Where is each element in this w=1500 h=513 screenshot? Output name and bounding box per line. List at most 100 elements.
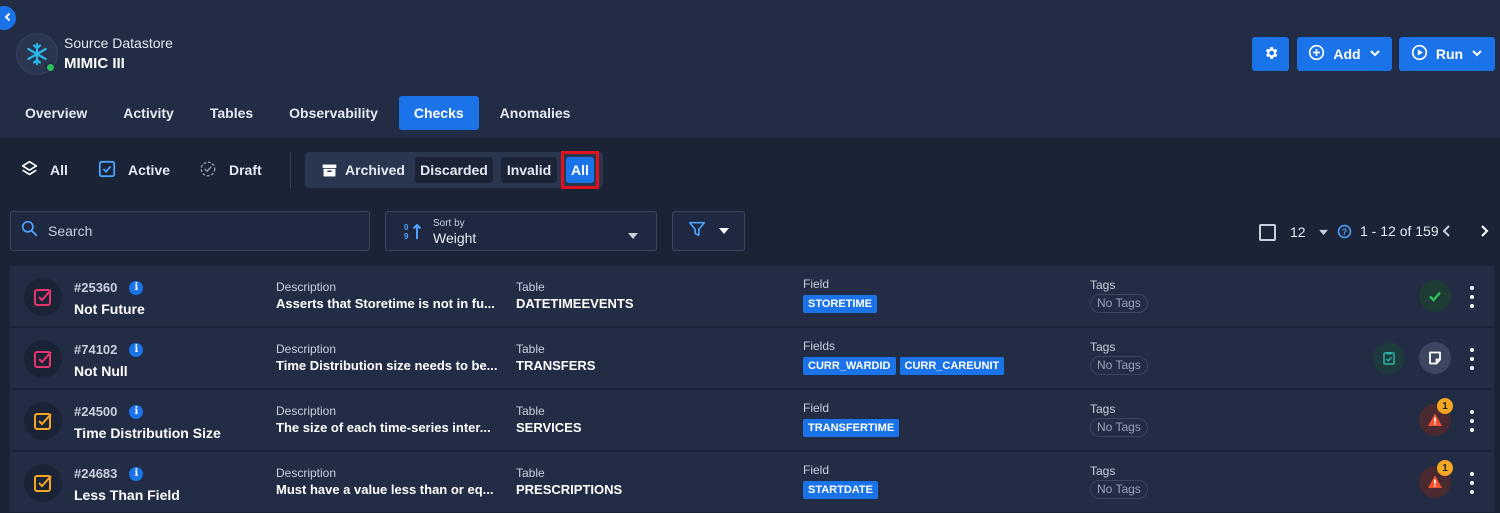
check-name: Less Than Field	[74, 487, 180, 503]
divider	[290, 152, 291, 188]
filter-discarded[interactable]: Discarded	[415, 157, 493, 183]
tags-value: No Tags	[1090, 418, 1148, 437]
prev-page-button[interactable]	[1440, 224, 1454, 243]
check-name: Not Future	[74, 301, 145, 317]
pagination: 12 ? 1 - 12 of 159	[1250, 211, 1500, 251]
description-label: Description	[276, 342, 337, 356]
anomaly-count-badge: 1	[1437, 398, 1453, 414]
filter-active-label: Active	[128, 162, 171, 178]
filter-button[interactable]	[672, 211, 745, 251]
check-type-icon	[24, 464, 62, 502]
check-id: #25360 i	[74, 280, 144, 295]
chevron-down-icon	[1369, 46, 1381, 62]
field-chip: CURR_WARDID	[803, 357, 896, 375]
help-icon[interactable]: ?	[1337, 224, 1352, 244]
search-icon	[21, 220, 38, 242]
settings-button[interactable]	[1252, 37, 1289, 71]
datastore-header: Source Datastore MIMIC III Add Run Overv…	[0, 0, 1500, 138]
check-row[interactable]: #74102 i Not Null Description Time Distri…	[10, 328, 1494, 389]
tab-observability[interactable]: Observability	[274, 96, 393, 130]
field-chips: STORETIME	[803, 294, 881, 313]
plus-circle-icon	[1308, 44, 1325, 64]
search-box	[10, 211, 370, 251]
info-icon[interactable]: i	[129, 280, 144, 295]
draft-circle-icon	[199, 160, 217, 181]
info-icon[interactable]: i	[129, 404, 144, 419]
tags-label: Tags	[1090, 464, 1116, 478]
description-label: Description	[276, 280, 337, 294]
field-chips: STARTDATE	[803, 480, 882, 499]
check-name: Time Distribution Size	[74, 425, 221, 441]
description-value: The size of each time-series inter...	[276, 420, 491, 435]
svg-text:0: 0	[404, 223, 409, 232]
table-label: Table	[516, 280, 545, 294]
run-button[interactable]: Run	[1399, 37, 1495, 71]
field-label: Field	[803, 277, 830, 291]
page-size-select[interactable]: 12	[1290, 223, 1329, 241]
field-label: Field	[803, 401, 830, 415]
tab-tables[interactable]: Tables	[195, 96, 268, 130]
datastore-status-dot	[45, 62, 56, 73]
filter-draft[interactable]: Draft	[199, 152, 262, 188]
datastore-tabs: Overview Activity Tables Observability C…	[10, 96, 591, 130]
filter-draft-label: Draft	[229, 162, 262, 178]
filter-all-label: All	[50, 162, 68, 178]
sort-value: Weight	[433, 230, 477, 246]
filter-archived[interactable]: Archived	[343, 157, 407, 183]
filter-active[interactable]: Active	[98, 152, 170, 188]
tab-anomalies[interactable]: Anomalies	[485, 96, 586, 130]
caret-down-icon	[1318, 223, 1329, 241]
info-icon[interactable]: i	[129, 342, 144, 357]
filter-invalid[interactable]: Invalid	[501, 157, 557, 183]
passed-check-icon	[1419, 280, 1451, 312]
table-value: PRESCRIPTIONS	[516, 482, 623, 497]
selection-highlight	[561, 151, 599, 189]
table-value: DATETIMEEVENTS	[516, 296, 634, 311]
more-options-icon[interactable]	[1468, 286, 1476, 308]
field-label: Field	[803, 463, 830, 477]
sort-select[interactable]: 0 9 Sort by Weight	[385, 211, 657, 251]
draft-note-icon[interactable]	[1419, 342, 1451, 374]
field-label: Fields	[803, 339, 836, 353]
svg-text:?: ?	[1342, 227, 1348, 237]
filter-all[interactable]: All	[21, 152, 68, 188]
checkbox-icon	[98, 160, 116, 181]
chevron-down-icon	[1471, 46, 1483, 62]
check-id: #24500 i	[74, 404, 144, 419]
description-label: Description	[276, 466, 337, 480]
more-options-icon[interactable]	[1468, 410, 1476, 432]
tab-checks[interactable]: Checks	[398, 96, 479, 130]
clipboard-check-icon[interactable]	[1373, 342, 1405, 374]
tab-activity[interactable]: Activity	[108, 96, 189, 130]
datastore-name: MIMIC III	[64, 55, 125, 72]
check-type-icon	[24, 278, 62, 316]
field-chip: STORETIME	[803, 295, 877, 313]
tags-value: No Tags	[1090, 356, 1148, 375]
play-circle-icon	[1411, 44, 1428, 64]
checks-list: #25360 i Not Future Description Asserts t…	[10, 266, 1494, 513]
more-options-icon[interactable]	[1468, 472, 1476, 494]
gear-icon	[1263, 45, 1279, 64]
search-input[interactable]	[48, 223, 348, 239]
sort-icon: 0 9	[403, 222, 423, 247]
check-type-icon	[24, 402, 62, 440]
select-all-checkbox[interactable]	[1259, 224, 1276, 241]
add-label: Add	[1333, 46, 1361, 62]
field-chips: CURR_WARDID CURR_CAREUNIT	[803, 356, 1008, 375]
check-row[interactable]: #24683 i Less Than Field Description Must…	[10, 452, 1494, 513]
info-icon[interactable]: i	[129, 466, 144, 481]
check-row[interactable]: #24500 i Time Distribution Size Descripti…	[10, 390, 1494, 451]
add-button[interactable]: Add	[1297, 37, 1392, 71]
caret-down-icon	[627, 227, 639, 245]
check-row[interactable]: #25360 i Not Future Description Asserts t…	[10, 266, 1494, 327]
anomaly-count-badge: 1	[1437, 460, 1453, 476]
more-options-icon[interactable]	[1468, 348, 1476, 370]
caret-down-icon	[718, 222, 730, 240]
next-page-button[interactable]	[1477, 224, 1491, 243]
check-status-filters: All Active Draft Archived Discarded Inva…	[0, 151, 1500, 189]
svg-text:9: 9	[404, 232, 409, 241]
tags-value: No Tags	[1090, 480, 1148, 499]
tab-overview[interactable]: Overview	[10, 96, 102, 130]
funnel-icon	[688, 220, 706, 243]
datastore-label: Source Datastore	[64, 35, 173, 51]
